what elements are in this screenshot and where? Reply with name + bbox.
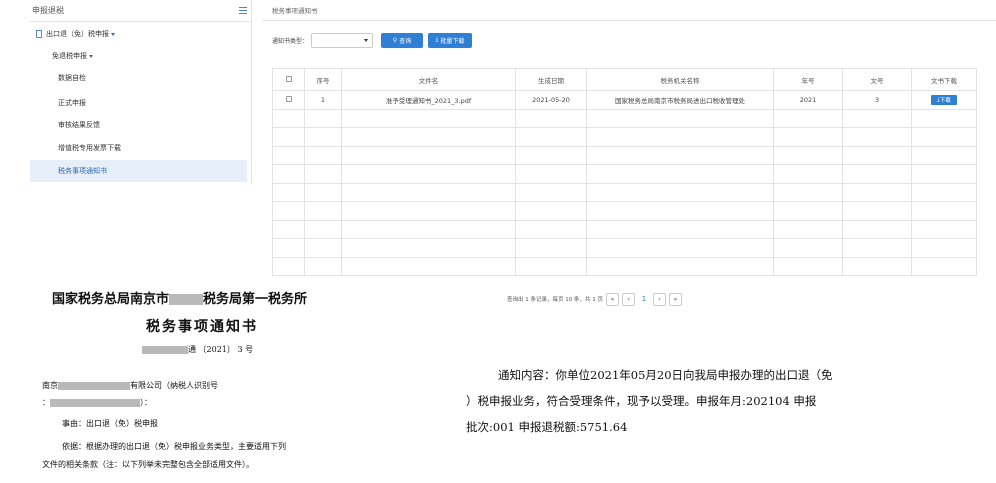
reason-line: 事由：出口退（免）税申报 [62, 419, 158, 428]
select-all-checkbox-cell[interactable] [272, 68, 305, 91]
basis-line-2: 文件的相关条款（注：以下列举未完整包含全部适用文件）。 [42, 460, 254, 469]
document-icon [36, 30, 42, 38]
table-row: 1 准予受理通知书_2021_3.pdf 2021-05-20 国家税务总局南京… [272, 90, 977, 110]
pagination: 查询出 1 条记录，每页 10 条，共 1 页 « ‹ 1 › » [492, 291, 682, 307]
column-header: 文号 [842, 68, 912, 91]
taxpayer-id-line: ：）： [42, 398, 152, 407]
caret-down-icon [111, 32, 115, 36]
pagination-summary: 查询出 1 条记录，每页 10 条，共 1 页 [507, 297, 603, 303]
redacted-block [169, 294, 204, 305]
table-row-empty [272, 238, 977, 258]
table-cell: 3 [842, 90, 912, 110]
first-page-button[interactable]: « [606, 292, 619, 306]
notice-content: 通知内容：你单位2021年05月20日向我局申报办理的出口退（免 ）税申报业务，… [466, 362, 936, 440]
column-header: 序号 [304, 68, 342, 91]
query-button[interactable]: ⚲ 查询 [381, 32, 424, 48]
sidebar-item-review-feedback[interactable]: 审核结果反馈 [30, 114, 247, 136]
table-cell: 国家税务总局南京市税务局进出口税收管理处 [586, 90, 774, 110]
table-row-empty [272, 182, 977, 202]
column-header: 年号 [773, 68, 843, 91]
sidebar-item-label: 增值税专用发票下载 [58, 144, 121, 152]
row-download-button[interactable]: ⤓ 下载 [931, 95, 957, 105]
sidebar-header: 申报退税 [30, 0, 251, 22]
redacted-block [50, 399, 140, 407]
row-checkbox[interactable] [285, 95, 292, 102]
table-row-empty [272, 256, 977, 276]
sidebar: 申报退税 出口退（免）税申报 免退税申报 数据自检 正式申报 审核结果反馈 增值… [30, 0, 252, 183]
download-icon: ⤓ [435, 36, 439, 43]
select-all-checkbox[interactable] [285, 75, 292, 82]
notice-type-select[interactable] [311, 32, 374, 48]
menu-toggle-icon[interactable] [239, 7, 247, 14]
sidebar-item-label: 免退税申报 [52, 52, 87, 60]
notice-line: 批次:001 申报退税额:5751.64 [466, 420, 628, 434]
main-content: 税务事项通知书 通知书类型： ⚲ 查询 ⤓ 批量下载 序号 文件名 生成日期 税… [262, 0, 996, 285]
sidebar-title: 申报退税 [32, 6, 64, 15]
tab-tax-notice[interactable]: 税务事项通知书 [272, 5, 318, 15]
sidebar-item-label: 出口退（免）税申报 [46, 30, 109, 38]
sidebar-item-label: 正式申报 [58, 99, 86, 107]
sidebar-item-label: 税务事项通知书 [58, 167, 107, 175]
table-row-empty [272, 201, 977, 221]
chevron-down-icon [364, 38, 369, 42]
sidebar-item-self-check[interactable]: 数据自检 [30, 67, 247, 89]
sidebar-item-invoice-download[interactable]: 增值税专用发票下载 [30, 137, 247, 159]
sidebar-item-export-refund[interactable]: 出口退（免）税申报 [30, 23, 247, 45]
notice-type-label: 通知书类型： [272, 37, 309, 45]
column-header: 文书下载 [911, 68, 977, 91]
sidebar-item-tax-notice[interactable]: 税务事项通知书 [30, 160, 247, 182]
column-header: 文件名 [341, 68, 516, 91]
row-checkbox-cell[interactable] [272, 90, 305, 110]
basis-line: 依据：根据办理的出口退（免）税申报业务类型，主要适用下列 [62, 442, 286, 451]
table-cell: 1 [304, 90, 342, 110]
search-icon: ⚲ [392, 36, 398, 44]
table-row-empty [272, 127, 977, 147]
table-row-empty [272, 108, 977, 128]
notice-table: 序号 文件名 生成日期 税务机关名称 年号 文号 文书下载 1 准予受理通知书_… [272, 68, 977, 276]
page-tab-bar: 税务事项通知书 [262, 0, 996, 21]
notice-line: ）税申报业务，符合受理条件，现予以受理。申报年月:202104 申报 [466, 394, 817, 408]
taxpayer-line: 南京 有限公司（纳税人识别号 [42, 381, 218, 390]
redacted-block [58, 382, 130, 390]
document-number: 通 〔2021〕 3 号 [142, 344, 253, 355]
prev-page-button[interactable]: ‹ [622, 292, 635, 306]
tax-notice-document: 国家税务总局南京市 税务局第一税务所 税务事项通知书 通 〔2021〕 3 号 南… [30, 285, 410, 483]
table-cell: 2021-05-20 [515, 90, 587, 110]
sidebar-item-label: 审核结果反馈 [58, 121, 100, 129]
table-cell: 2021 [773, 90, 843, 110]
table-row-empty [272, 164, 977, 184]
column-header: 税务机关名称 [586, 68, 774, 91]
batch-download-button[interactable]: ⤓ 批量下载 [428, 32, 473, 48]
document-title: 税务事项通知书 [146, 319, 258, 335]
table-row-empty [272, 219, 977, 239]
sidebar-item-label: 数据自检 [58, 74, 86, 82]
issuing-authority: 国家税务总局南京市 税务局第一税务所 [52, 292, 308, 307]
table-cell: ⤓ 下载 [911, 90, 977, 110]
table-row-empty [272, 145, 977, 165]
sidebar-item-formal-declaration[interactable]: 正式申报 [30, 92, 247, 114]
column-header: 生成日期 [515, 68, 587, 91]
table-cell: 准予受理通知书_2021_3.pdf [341, 90, 516, 110]
notice-line: 通知内容：你单位2021年05月20日向我局申报办理的出口退（免 [498, 368, 833, 382]
filter-bar: 通知书类型： ⚲ 查询 ⤓ 批量下载 [272, 28, 952, 52]
sidebar-item-refund-declaration[interactable]: 免退税申报 [30, 45, 247, 67]
redacted-block [142, 346, 188, 354]
table-header-row: 序号 文件名 生成日期 税务机关名称 年号 文号 文书下载 [272, 68, 977, 91]
next-page-button[interactable]: › [653, 292, 666, 306]
caret-down-icon [89, 54, 93, 58]
current-page-number[interactable]: 1 [638, 295, 650, 303]
last-page-button[interactable]: » [669, 292, 682, 306]
